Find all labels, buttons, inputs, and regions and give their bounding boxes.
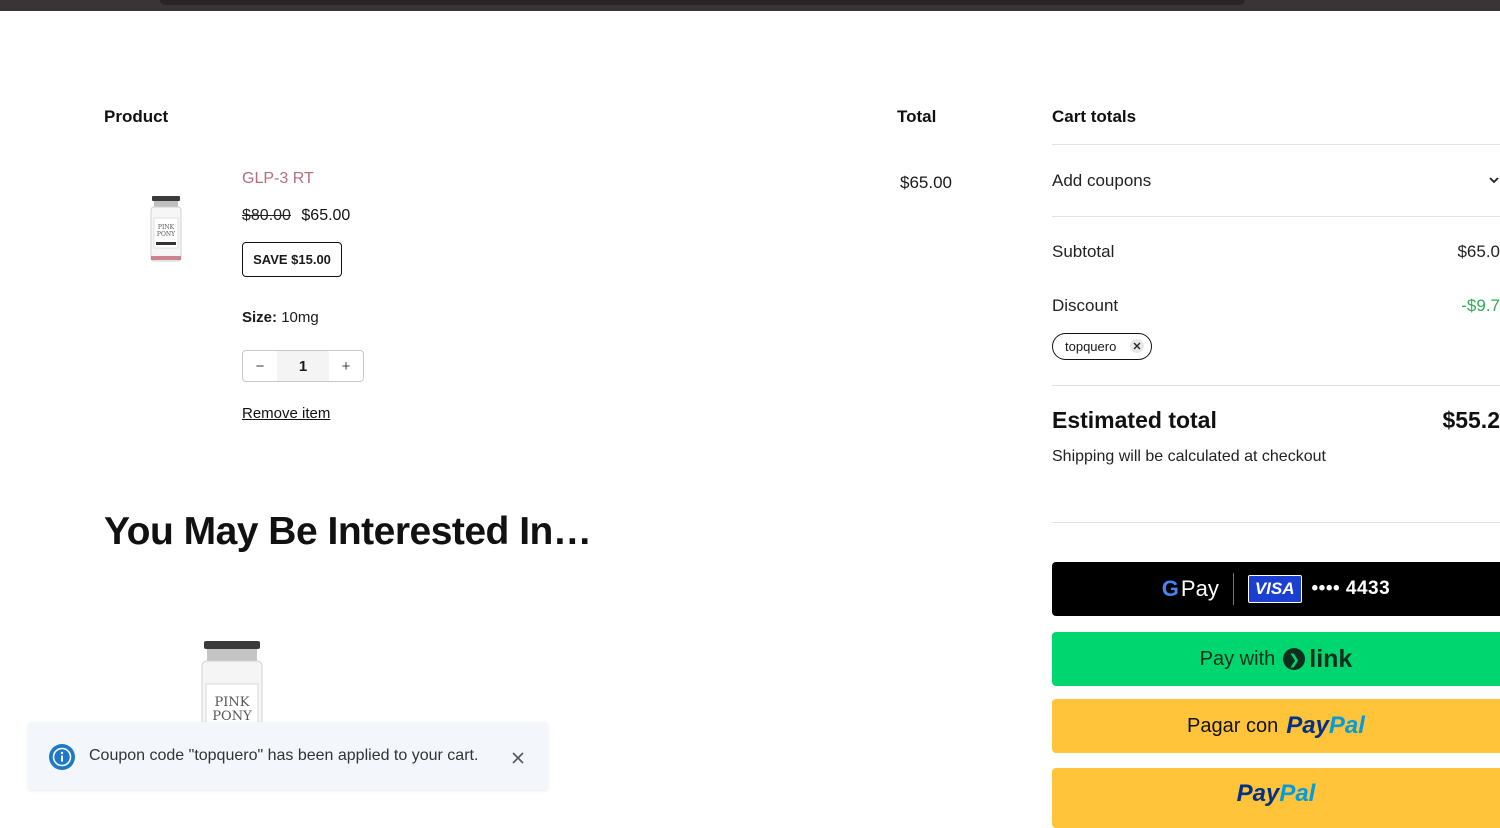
card-digits: •••• 4433 [1311,578,1391,599]
increase-quantity-button[interactable]: + [329,351,363,381]
size-value: 10mg [281,309,319,326]
subtotal-label: Subtotal [1052,242,1115,261]
total-column-header: Total [897,107,937,126]
paypal-button[interactable]: PayPal [1052,768,1500,828]
sale-price: $65.00 [301,207,351,224]
paypal-logo-pay: Pay [1236,780,1280,807]
size-row: Size: 10mg [242,309,319,326]
divider [1052,385,1500,386]
save-badge: SAVE $15.00 [242,242,342,277]
product-name-link[interactable]: GLP-3 RT [242,170,314,188]
paypal-prefix: Pagar con [1187,714,1279,737]
browser-top-bar [0,0,1500,11]
close-icon [1133,342,1141,350]
add-coupons-toggle[interactable]: Add coupons [1052,171,1151,191]
link-prefix: Pay with [1199,647,1276,670]
quantity-input[interactable]: 1 [277,351,329,381]
paypal-logo-pal: Pal [1328,712,1365,739]
recommendations-heading: You May Be Interested In… [104,510,592,553]
pagar-con-paypal-button[interactable]: Pagar con PayPal [1052,699,1500,753]
price-row: $80.00 $65.00 [242,207,350,225]
paypal-logo-pal: Pal [1279,780,1316,807]
size-label: Size: [242,309,278,326]
paypal-logo: PayPal [1286,712,1365,740]
svg-text:PINK: PINK [215,695,250,710]
paypal-logo-pay: Pay [1286,712,1329,739]
product-column-header: Product [104,107,169,126]
link-arrow-icon: ❯ [1283,648,1306,670]
address-bar[interactable] [160,0,1245,5]
chevron-down-icon[interactable] [1488,174,1500,186]
coupon-code: topquero [1065,339,1117,354]
quantity-stepper: − 1 + [242,350,364,382]
estimated-total-value: $55.2 [1442,407,1500,433]
link-word: link [1309,644,1353,673]
gpay-label: Pay [1180,576,1219,601]
shipping-note: Shipping will be calculated at checkout [1052,448,1326,465]
remove-item-link[interactable]: Remove item [242,405,330,422]
divider [1052,216,1500,217]
product-thumbnail[interactable]: PINK PONY [146,194,186,264]
google-pay-button[interactable]: G Pay VISA •••• 4433 [1052,562,1500,616]
visa-icon: VISA [1247,575,1302,603]
recommended-product-image[interactable]: PINK PONY [200,640,264,725]
divider [1052,522,1500,523]
close-icon[interactable] [510,750,526,766]
decrease-quantity-button[interactable]: − [243,351,277,381]
divider [1052,144,1500,145]
original-price: $80.00 [242,207,291,224]
coupon-chip: topquero [1052,333,1152,360]
line-total: $65.00 [900,173,952,192]
discount-label: Discount [1052,296,1119,315]
pay-with-link-button[interactable]: Pay with ❯ link [1052,632,1500,686]
svg-text:PONY: PONY [157,231,176,238]
toast-message: Coupon code "topquero" has been applied … [89,747,479,764]
discount-value: -$9.7 [1461,296,1500,315]
svg-text:PINK: PINK [158,224,175,231]
subtotal-value: $65.0 [1457,242,1500,261]
gpay-separator [1232,573,1234,605]
estimated-total-label: Estimated total [1052,407,1217,433]
cart-totals-title: Cart totals [1052,107,1137,126]
paypal-logo: PayPal [1237,780,1316,808]
google-g-icon: G [1161,576,1179,601]
coupon-applied-toast: Coupon code "topquero" has been applied … [28,722,548,790]
info-icon [49,744,75,770]
remove-coupon-button[interactable] [1130,339,1144,353]
